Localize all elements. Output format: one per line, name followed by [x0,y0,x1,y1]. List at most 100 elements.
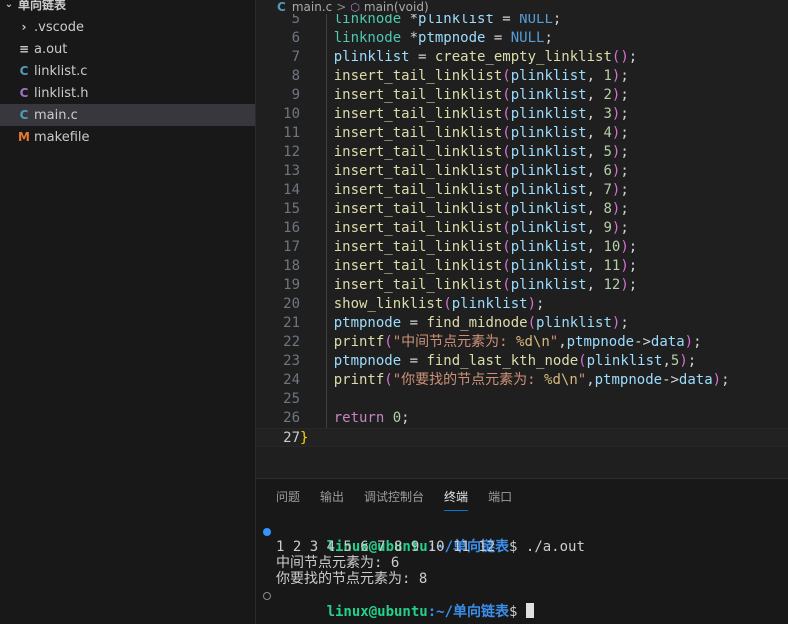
line-source: printf("你要找的节点元素为: %d\n",ptmpnode->data)… [300,372,730,388]
file-name: .vscode [34,19,84,35]
panel-tab[interactable]: 终端 [444,479,469,515]
code-line[interactable]: 15 insert_tail_linklist(plinklist, 8); [256,200,788,219]
panel-tab[interactable]: 调试控制台 [364,479,424,515]
command-pending-dot [263,592,271,600]
panel-tab[interactable]: 输出 [320,479,344,515]
lines-file-icon: ≡ [18,42,30,56]
line-number: 10 [283,106,300,122]
file-item[interactable]: ≡ a.out [0,38,255,60]
file-item[interactable]: Clinklist.c [0,60,255,82]
code-line[interactable]: 26 return 0; [256,409,788,428]
code-line[interactable]: 25 [256,390,788,409]
line-number: 19 [283,277,300,293]
line-number: 21 [283,315,300,331]
prompt-symbol: $ [509,604,518,620]
line-number: 14 [283,182,300,198]
file-item[interactable]: Cmain.c [0,104,255,126]
code-line[interactable]: 16 insert_tail_linklist(plinklist, 9); [256,219,788,238]
command-success-dot[interactable] [263,528,271,536]
chevron-down-icon: ⌄ [4,0,14,10]
line-source: insert_tail_linklist(plinklist, 2); [300,87,629,103]
terminal-command: ./a.out [517,539,585,555]
line-number: 26 [283,410,300,426]
code-line[interactable]: 12 insert_tail_linklist(plinklist, 5); [256,143,788,162]
file-item[interactable]: Clinklist.h [0,82,255,104]
line-number: 7 [291,49,300,65]
line-number: 24 [283,372,300,388]
file-name: a.out [34,41,68,57]
file-name: makefile [34,129,90,145]
code-line[interactable]: 18 insert_tail_linklist(plinklist, 11); [256,257,788,276]
panel-tab[interactable]: 端口 [488,479,512,515]
panel-tab[interactable]: 问题 [276,479,300,515]
line-source: insert_tail_linklist(plinklist, 5); [300,144,629,160]
code-line[interactable]: 9 insert_tail_linklist(plinklist, 2); [256,86,788,105]
line-number: 16 [283,220,300,236]
code-line[interactable]: 6 linknode *ptmpnode = NULL; [256,29,788,48]
breadcrumb: C main.c > ⬡ main(void) [256,0,788,14]
explorer-folder-header[interactable]: ⌄ 单向链表 [0,0,255,15]
line-number: 27 [283,430,300,446]
line-number: 18 [283,258,300,274]
code-line[interactable]: 23 ptmpnode = find_last_kth_node(plinkli… [256,352,788,371]
prompt-user: linux@ubuntu [326,604,428,620]
code-line[interactable]: 27} [256,428,788,447]
file-name: linklist.c [34,63,88,79]
line-number: 20 [283,296,300,312]
function-cube-icon: ⬡ [350,0,360,14]
line-source: insert_tail_linklist(plinklist, 10); [300,239,638,255]
file-name: main.c [34,107,78,123]
terminal-command-line: linux@ubuntu:~/单向链表$ ./a.out [276,523,585,555]
line-source: } [300,430,309,446]
code-line[interactable]: 7 plinklist = create_empty_linklist(); [256,48,788,67]
line-number: 17 [283,239,300,255]
breadcrumb-file[interactable]: main.c [292,0,332,14]
code-line[interactable]: 22 printf("中间节点元素为: %d\n",ptmpnode->data… [256,333,788,352]
code-line[interactable]: 17 insert_tail_linklist(plinklist, 10); [256,238,788,257]
line-source: insert_tail_linklist(plinklist, 1); [300,68,629,84]
terminal-output-line: 你要找的节点元素为: 8 [276,571,428,587]
line-source: insert_tail_linklist(plinklist, 6); [300,163,629,179]
makefile-icon: M [18,130,30,144]
line-number: 23 [283,353,300,369]
line-number: 11 [283,125,300,141]
line-source: insert_tail_linklist(plinklist, 9); [300,220,629,236]
code-line[interactable]: 10 insert_tail_linklist(plinklist, 3); [256,105,788,124]
terminal-cursor [525,603,534,618]
line-source: printf("中间节点元素为: %d\n",ptmpnode->data); [300,334,702,350]
line-number: 22 [283,334,300,350]
line-source: plinklist = create_empty_linklist(); [300,49,638,65]
line-source: insert_tail_linklist(plinklist, 8); [300,201,629,217]
terminal-prompt-line: linux@ubuntu:~/单向链表$ [276,587,534,620]
c-header-file-icon: C [19,86,29,100]
line-number: 9 [291,87,300,103]
bottom-panel: 问题 输出 调试控制台 终端 端口 linux@ubuntu:~/单向链表$ ./a.o… [256,478,788,624]
code-line[interactable]: 19 insert_tail_linklist(plinklist, 12); [256,276,788,295]
code-line[interactable]: 8 insert_tail_linklist(plinklist, 1); [256,67,788,86]
line-source: insert_tail_linklist(plinklist, 12); [300,277,638,293]
breadcrumb-symbol[interactable]: main(void) [364,0,429,14]
code-line[interactable]: 11 insert_tail_linklist(plinklist, 4); [256,124,788,143]
code-line[interactable]: 13 insert_tail_linklist(plinklist, 6); [256,162,788,181]
code-line[interactable]: 20 show_linklist(plinklist); [256,295,788,314]
code-line[interactable]: 24 printf("你要找的节点元素为: %d\n",ptmpnode->da… [256,371,788,390]
line-source: return 0; [300,410,410,426]
breadcrumb-separator: > [336,0,347,14]
code-line[interactable]: 21 ptmpnode = find_midnode(plinklist); [256,314,788,333]
terminal-output-line: 1 2 3 4 5 6 7 8 9 10 11 12 [276,539,496,555]
folder-name: 单向链表 [18,0,67,12]
line-source: insert_tail_linklist(plinklist, 11); [300,258,638,274]
line-number: 25 [283,391,300,407]
line-number: 13 [283,163,300,179]
file-item[interactable]: Mmakefile [0,126,255,148]
line-number: 15 [283,201,300,217]
line-source: ptmpnode = find_midnode(plinklist); [300,315,629,331]
code-line[interactable]: 14 insert_tail_linklist(plinklist, 7); [256,181,788,200]
file-item[interactable]: › .vscode [0,16,255,38]
code-editor[interactable]: C main.c > ⬡ main(void) 5 linknode *plin… [256,0,788,478]
chevron-right-icon: › [21,20,27,34]
line-source: show_linklist(plinklist); [300,296,545,312]
c-file-icon: C [19,108,29,122]
panel-tabs: 问题 输出 调试控制台 终端 端口 [256,479,788,515]
file-name: linklist.h [34,85,89,101]
